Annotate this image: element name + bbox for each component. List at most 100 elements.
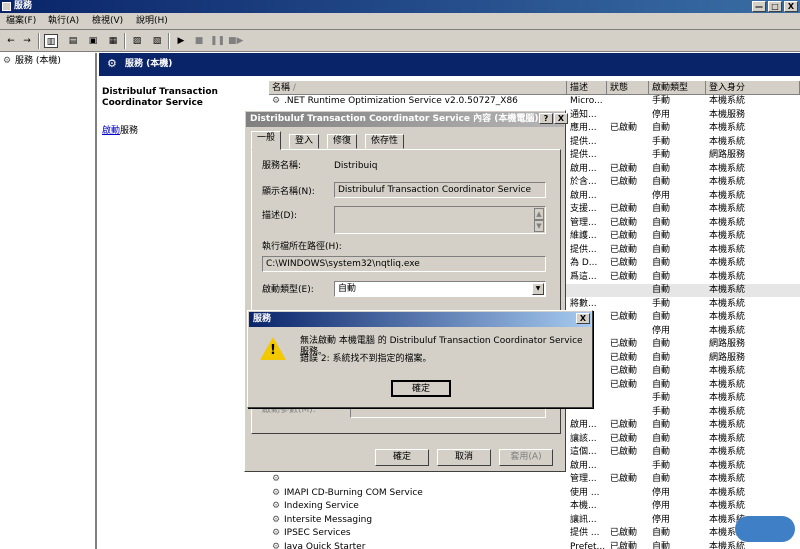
apply-button[interactable]: 套用(A) — [499, 449, 553, 466]
cell-startup: 手動 — [652, 298, 671, 309]
table-row[interactable]: ⚙ Java Quick Starter Prefet... 已啟動 自動 本機系統 — [269, 541, 800, 549]
cell-logon: 本機系統 — [709, 366, 746, 376]
cell-logon: 本機系統 — [709, 325, 746, 336]
chevron-down-icon[interactable]: ▼ — [532, 283, 544, 295]
pause-service-icon[interactable]: ❚❚ — [210, 34, 225, 48]
cell-status: 已啟動 — [610, 123, 638, 133]
cell-desc: 支援... — [570, 204, 597, 214]
startup-type-select[interactable]: 自動 ▼ — [334, 281, 546, 297]
cancel-button[interactable]: 取消 — [437, 449, 491, 466]
close-icon[interactable]: X — [576, 313, 590, 324]
cell-logon: 本機系統 — [709, 487, 746, 498]
export-list-icon[interactable]: ▦ — [106, 34, 120, 48]
cell-name: ⚙ Indexing Service — [272, 500, 567, 513]
tab-recovery[interactable]: 修復 — [327, 134, 358, 149]
table-row[interactable]: ⚙ 管理... 已啟動 自動 本機系統 — [269, 473, 800, 486]
cell-desc: 讓訊... — [570, 514, 597, 525]
table-row[interactable]: ⚙ .NET Runtime Optimization Service v2.0.… — [269, 95, 800, 108]
tree-toggle-icon[interactable]: ▥ — [44, 34, 58, 48]
restart-service-icon[interactable]: ■▶ — [228, 34, 243, 48]
cell-desc: 啟用... — [570, 163, 597, 174]
cell-desc: 使用 ... — [570, 487, 600, 498]
menu-bar: 檔案(F) 執行(A) 檢視(V) 說明(H) — [0, 13, 800, 30]
cell-startup: 自動 — [652, 528, 671, 538]
cell-startup: 停用 — [652, 487, 671, 498]
cell-startup: 自動 — [652, 541, 671, 549]
table-row[interactable]: ⚙ Intersite Messaging 讓訊... 停用 本機系統 — [269, 514, 800, 527]
cell-desc: 啟用... — [570, 460, 597, 471]
cell-startup: 自動 — [652, 258, 671, 268]
cell-logon: 本機服務 — [709, 109, 746, 120]
column-header-description[interactable]: 描述 — [567, 81, 607, 95]
properties-icon[interactable]: ▤ — [66, 34, 80, 48]
ok-button[interactable]: 確定 — [391, 380, 451, 397]
table-row[interactable]: ⚙ Indexing Service 本機... 停用 本機系統 — [269, 500, 800, 513]
cell-startup: 手動 — [652, 136, 671, 147]
start-service-icon[interactable]: ▶ — [174, 34, 188, 48]
cell-logon: 本機系統 — [709, 123, 746, 133]
watermark-logo — [735, 516, 795, 542]
cell-startup: 手動 — [652, 406, 671, 417]
stop-service-icon[interactable]: ■ — [192, 34, 206, 48]
list-header: 名稱 / 描述 狀態 啟動類型 登入身分 — [269, 81, 800, 95]
close-icon[interactable]: X — [784, 1, 798, 12]
cell-name: ⚙ IMAPI CD-Burning COM Service — [272, 487, 567, 500]
service-name: .NET Runtime Optimization Service v2.0.5… — [284, 96, 518, 106]
cell-status: 已啟動 — [610, 312, 638, 322]
menu-view[interactable]: 檢視(V) — [92, 15, 123, 27]
cell-logon: 本機系統 — [709, 447, 746, 457]
description-label: 描述(D): — [262, 211, 297, 221]
tab-general[interactable]: 一般 — [251, 131, 282, 150]
cell-startup: 自動 — [652, 204, 671, 214]
column-header-status[interactable]: 狀態 — [607, 81, 649, 95]
column-header-logon[interactable]: 登入身分 — [706, 81, 800, 95]
display-name-field[interactable]: Distribuluf Transaction Coordinator Serv… — [334, 182, 546, 198]
forward-icon[interactable]: → — [20, 34, 34, 48]
table-row[interactable]: ⚙ IMAPI CD-Burning COM Service 使用 ... 停用 本機系… — [269, 487, 800, 500]
scroll-down-icon[interactable]: ▼ — [534, 220, 544, 232]
cell-logon: 本機系統 — [709, 190, 746, 201]
scroll-up-icon[interactable]: ▲ — [534, 208, 544, 220]
cell-startup: 自動 — [652, 379, 671, 390]
cell-logon: 本機系統 — [709, 501, 746, 511]
console-icon[interactable]: ▧ — [150, 34, 164, 48]
tab-logon[interactable]: 登入 — [289, 134, 320, 149]
toolbar-separator — [38, 33, 40, 49]
details-header: ⚙ 服務 (本機) — [99, 53, 800, 76]
executable-path-field[interactable]: C:\WINDOWS\system32\nqtliq.exe — [262, 256, 546, 272]
cell-startup: 手動 — [652, 96, 671, 106]
close-icon[interactable]: X — [554, 113, 568, 124]
cell-status: 已啟動 — [610, 420, 638, 430]
start-service-link[interactable]: 啟動 — [102, 126, 120, 136]
error-dialog-title: 服務 — [253, 314, 272, 324]
minimize-icon[interactable]: — — [752, 1, 766, 12]
description-field[interactable]: ▲ ▼ — [334, 206, 546, 234]
table-row[interactable]: ⚙ IPSEC Services 提供 ... 已啟動 自動 本機系統 — [269, 527, 800, 540]
help-icon[interactable]: ▨ — [130, 34, 144, 48]
ok-button[interactable]: 確定 — [375, 449, 429, 466]
cell-desc: 爲這... — [570, 271, 597, 282]
startup-type-value: 自動 — [338, 284, 357, 294]
back-icon[interactable]: ← — [4, 34, 18, 48]
start-service-text: 啟動服務 — [102, 126, 139, 136]
cell-status: 已啟動 — [610, 163, 638, 174]
menu-action[interactable]: 執行(A) — [48, 15, 79, 27]
cell-logon: 網路服務 — [709, 150, 746, 160]
help-button[interactable]: ? — [539, 113, 553, 124]
cell-logon: 本機系統 — [709, 231, 746, 241]
tab-dependencies[interactable]: 依存性 — [365, 134, 405, 149]
maximize-icon[interactable]: □ — [768, 1, 782, 12]
service-name-label: 服務名稱: — [262, 161, 302, 171]
cell-status: 已啟動 — [610, 231, 638, 241]
menu-help[interactable]: 說明(H) — [136, 15, 168, 27]
menu-file[interactable]: 檔案(F) — [6, 15, 36, 27]
column-header-name[interactable]: 名稱 / — [269, 81, 567, 95]
refresh-icon[interactable]: ▣ — [86, 34, 100, 48]
cell-startup: 自動 — [652, 244, 671, 255]
column-header-startup-type[interactable]: 啟動類型 — [649, 81, 706, 95]
cell-desc: 這個... — [570, 447, 597, 457]
cell-logon: 本機系統 — [709, 244, 746, 255]
cell-logon: 本機系統 — [709, 217, 746, 228]
cell-logon: 本機系統 — [709, 379, 746, 390]
tree-node-services-local[interactable]: ⚙ 服務 (本機) — [3, 56, 61, 67]
